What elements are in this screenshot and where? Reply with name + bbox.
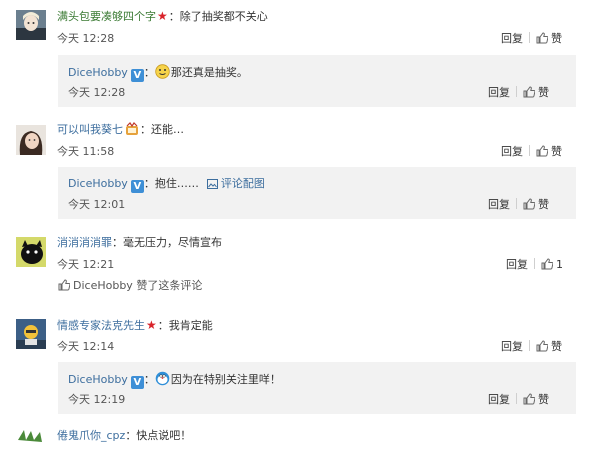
thumbs-up-icon (536, 32, 548, 44)
divider (529, 32, 530, 43)
like-count: 1 (556, 258, 563, 271)
comment-username[interactable]: 倦鬼爪你_cpz (57, 429, 125, 442)
like-button[interactable]: 赞 (536, 340, 562, 353)
thumbs-up-icon (536, 145, 548, 157)
comment-time: 今天 12:14 (57, 340, 115, 353)
like-button[interactable]: 赞 (536, 32, 562, 45)
like-label: 赞 (538, 198, 549, 211)
like-label: 赞 (551, 340, 562, 353)
like-label: 赞 (551, 145, 562, 158)
comment-time: 今天 12:28 (57, 32, 115, 45)
divider (534, 258, 535, 269)
like-button[interactable]: 1 (541, 258, 563, 271)
like-button[interactable]: 赞 (536, 145, 562, 158)
divider (516, 86, 517, 97)
colon: ： (143, 373, 155, 386)
reply-button[interactable]: 回复 (506, 258, 528, 271)
thumbs-up-icon (523, 86, 535, 98)
reply-text: 因为在特别关注里咩！ (170, 373, 281, 386)
like-label: 赞 (538, 393, 549, 406)
reply-text: 那还真是抽奖。 (170, 66, 248, 79)
comment-image-link[interactable]: 评论配图 (221, 177, 265, 190)
thumbs-up-icon (523, 198, 535, 210)
comment-text: ：毫无压力，尽情宣布 (112, 236, 222, 249)
comment-time: 今天 12:21 (57, 258, 115, 271)
comment-text: ：除了抽奖都不关心 (168, 10, 268, 23)
comment-text: ：我肯定能 (157, 319, 213, 332)
comment-username[interactable]: 情感专家法克先生 (57, 319, 145, 332)
avatar[interactable] (16, 430, 46, 460)
verified-v-icon: V (130, 376, 144, 389)
reply-text: ：抱住…… (143, 177, 199, 190)
reply-button[interactable]: 回复 (488, 86, 510, 99)
reply-username[interactable]: DiceHobby (68, 177, 128, 190)
avatar[interactable] (16, 10, 46, 40)
like-label: 赞 (551, 32, 562, 45)
reply-username[interactable]: DiceHobby (68, 373, 128, 386)
reply-username[interactable]: DiceHobby (68, 66, 128, 79)
colon: ： (143, 66, 155, 79)
liked-by-text: DiceHobby 赞了这条评论 (73, 279, 203, 292)
comment-text: ：快点说吧！ (125, 429, 192, 442)
reply-box: DiceHobby V ：抱住…… 评论配图 今天 12:01 回复 赞 (58, 167, 576, 219)
reply-button[interactable]: 回复 (488, 198, 510, 211)
comment-username[interactable]: 满头包要凑够四个字 (57, 10, 156, 23)
avatar[interactable] (16, 125, 46, 155)
image-icon (206, 179, 218, 189)
like-label: 赞 (538, 86, 549, 99)
like-button[interactable]: 赞 (523, 393, 549, 406)
divider (516, 198, 517, 209)
avatar[interactable] (16, 319, 46, 349)
thumbs-up-icon (536, 340, 548, 352)
comment-username[interactable]: 消消消消罪 (57, 236, 112, 249)
like-button[interactable]: 赞 (523, 86, 549, 99)
comment-time: 今天 11:58 (57, 145, 115, 158)
smiley-emoji-icon (155, 64, 170, 79)
like-button[interactable]: 赞 (523, 198, 549, 211)
reply-button[interactable]: 回复 (488, 393, 510, 406)
thumbs-up-icon (541, 258, 553, 270)
divider (516, 393, 517, 404)
thumbs-up-icon (523, 393, 535, 405)
reply-box: DiceHobby V： 因为在特别关注里咩！ 今天 12:19 回复 赞 (58, 362, 576, 414)
crown-badge-icon (126, 122, 138, 135)
doraemon-emoji-icon (155, 371, 170, 386)
divider (529, 340, 530, 351)
divider (529, 145, 530, 156)
reply-time: 今天 12:28 (68, 86, 126, 99)
reply-time: 今天 12:19 (68, 393, 126, 406)
verified-v-icon: V (130, 180, 144, 193)
comment-text: ：还能… (140, 123, 184, 136)
thumbs-up-icon (58, 279, 70, 291)
comment-username[interactable]: 可以叫我葵七 (57, 123, 123, 136)
reply-box: DiceHobby V： 那还真是抽奖。 今天 12:28 回复 赞 (58, 55, 576, 107)
reply-button[interactable]: 回复 (501, 340, 523, 353)
reply-button[interactable]: 回复 (501, 145, 523, 158)
reply-time: 今天 12:01 (68, 198, 126, 211)
star-badge-icon: ★ (157, 9, 168, 23)
reply-button[interactable]: 回复 (501, 32, 523, 45)
star-badge-icon: ★ (146, 318, 157, 332)
verified-v-icon: V (130, 69, 144, 82)
liked-by-note: DiceHobby 赞了这条评论 (58, 279, 202, 293)
avatar[interactable] (16, 237, 46, 267)
